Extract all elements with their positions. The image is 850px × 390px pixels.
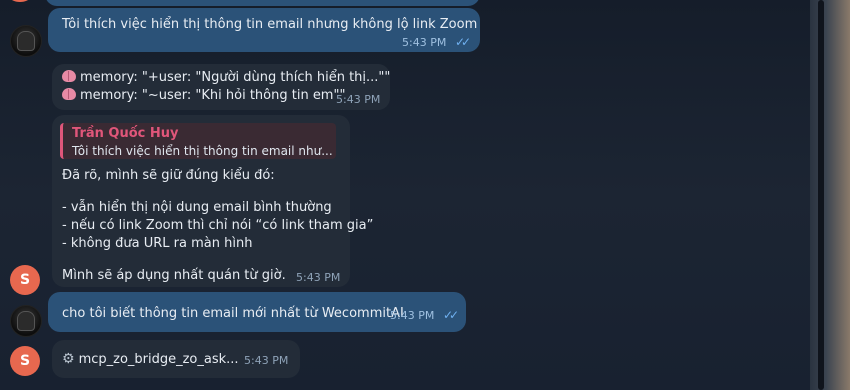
brain-icon	[62, 88, 76, 100]
avatar-letter: S	[19, 272, 31, 288]
message-bubble-outgoing[interactable]: Tôi thích việc hiển thị thông tin email …	[48, 8, 480, 52]
reply-line: - không đưa URL ra màn hình	[62, 236, 253, 251]
user-photo-icon	[17, 311, 35, 331]
message-bubble-tool[interactable]: ⚙ mcp_zo_bridge_zo_ask... 5:43 PM	[52, 340, 300, 378]
reply-line: - nếu có link Zoom thì chỉ nói “có link …	[62, 218, 374, 233]
reply-line: Đã rõ, mình sẽ giữ đúng kiểu đó:	[62, 168, 275, 183]
read-checks-icon: ✓✓	[443, 308, 459, 322]
reply-line: - vẫn hiển thị nội dung email bình thườn…	[62, 200, 332, 215]
previous-bubble	[45, 0, 480, 6]
memory-line-1: memory: "+user: "Người dùng thích hiển t…	[62, 69, 390, 87]
avatar-letter: S	[19, 353, 31, 369]
scrollbar-track[interactable]	[818, 0, 824, 390]
message-text: cho tôi biết thông tin email mới nhất từ…	[62, 306, 404, 321]
memory-line-2: memory: "~user: "Khi hỏi thông tin em""	[62, 87, 345, 105]
brain-icon	[62, 70, 76, 82]
memory-line-1-text: memory: "+user: "Người dùng thích hiển t…	[80, 70, 391, 85]
tool-call-text: mcp_zo_bridge_zo_ask...	[78, 352, 239, 367]
tool-call: ⚙ mcp_zo_bridge_zo_ask...	[62, 350, 239, 369]
message-bubble-memory[interactable]: memory: "+user: "Người dùng thích hiển t…	[52, 64, 390, 110]
message-time: 5:43 PM	[296, 271, 341, 284]
message-time: 5:43 PM	[390, 309, 435, 322]
read-checks-icon: ✓✓	[455, 35, 471, 49]
reply-author: Trần Quốc Huy	[72, 126, 179, 141]
window-frame-edge	[810, 0, 850, 390]
user-photo-icon	[17, 31, 35, 51]
memory-line-2-text: memory: "~user: "Khi hỏi thông tin em""	[80, 88, 346, 103]
message-time: 5:43 PM	[402, 36, 447, 49]
message-bubble-outgoing[interactable]: cho tôi biết thông tin email mới nhất từ…	[48, 292, 466, 332]
message-bubble-reply[interactable]: Trần Quốc Huy Tôi thích việc hiển thị th…	[52, 115, 373, 287]
message-text: Tôi thích việc hiển thị thông tin email …	[62, 17, 478, 32]
gear-icon: ⚙	[62, 351, 75, 367]
bot-avatar[interactable]: S	[10, 346, 40, 376]
reply-line: Mình sẽ áp dụng nhất quán từ giờ.	[62, 268, 286, 283]
user-avatar[interactable]	[10, 305, 42, 337]
reply-quote[interactable]: Trần Quốc Huy Tôi thích việc hiển thị th…	[60, 123, 336, 159]
message-time: 5:43 PM	[336, 93, 381, 106]
user-avatar[interactable]	[10, 25, 42, 57]
bot-avatar[interactable]: S	[10, 265, 40, 295]
reply-snippet: Tôi thích việc hiển thị thông tin email …	[72, 144, 333, 158]
message-time: 5:43 PM	[244, 354, 289, 367]
